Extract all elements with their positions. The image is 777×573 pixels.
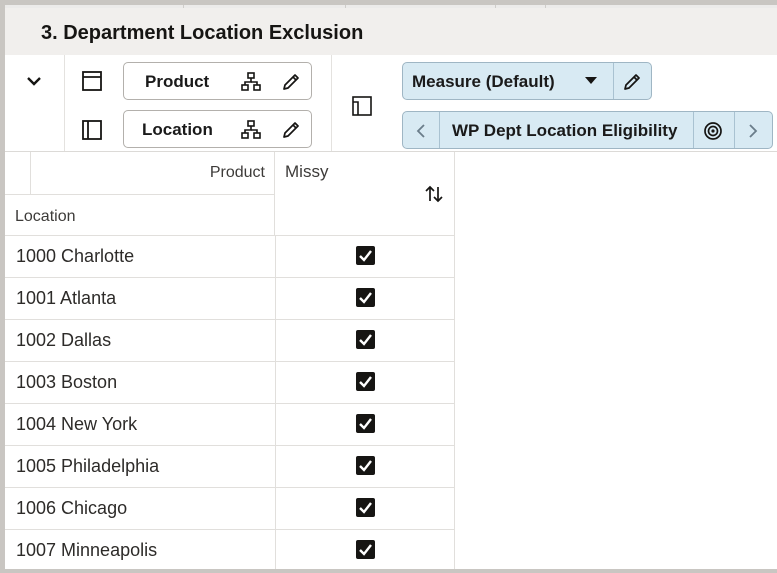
checkbox-checked-icon[interactable] <box>356 330 375 349</box>
chevron-right-icon[interactable] <box>748 123 758 139</box>
target-icon[interactable] <box>703 121 723 141</box>
layout-rows-icon[interactable] <box>82 71 102 91</box>
location-label: Location <box>142 120 213 139</box>
missy-cell <box>275 278 455 319</box>
missy-cell <box>275 404 455 445</box>
toolbar: Product Location Measure (Default) WP De… <box>5 55 777 152</box>
checkbox-checked-icon[interactable] <box>356 456 375 475</box>
location-name: 1007 Minneapolis <box>16 540 158 560</box>
pivot-icon[interactable] <box>352 96 372 116</box>
product-dimension-pill[interactable]: Product <box>123 62 312 100</box>
table-row: 1003 Boston <box>5 362 455 404</box>
pencil-icon[interactable] <box>281 72 301 92</box>
page-title: 3. Department Location Exclusion <box>41 22 364 44</box>
data-grid: Product Location Missy 1000 Charlotte 100… <box>5 152 777 569</box>
missy-cell <box>275 362 455 403</box>
checkbox-checked-icon[interactable] <box>356 540 375 559</box>
caret-down-icon[interactable] <box>585 77 597 85</box>
table-row: 1006 Chicago <box>5 488 455 530</box>
missy-cell <box>275 446 455 487</box>
missy-cell <box>275 488 455 529</box>
product-label: Product <box>145 72 210 91</box>
hierarchy-icon[interactable] <box>241 72 261 92</box>
location-name: 1001 Atlanta <box>16 288 117 308</box>
table-row: 1005 Philadelphia <box>5 446 455 488</box>
checkbox-checked-icon[interactable] <box>356 414 375 433</box>
table-row: 1002 Dallas <box>5 320 455 362</box>
row-header-location: Location <box>15 208 76 225</box>
pencil-icon[interactable] <box>281 120 301 140</box>
title-bar: 3. Department Location Exclusion <box>5 8 777 55</box>
checkbox-checked-icon[interactable] <box>356 498 375 517</box>
location-name: 1002 Dallas <box>16 330 112 350</box>
table-row: 1007 Minneapolis <box>5 530 455 569</box>
table-row: 1000 Charlotte <box>5 236 455 278</box>
measure-selector[interactable]: Measure (Default) <box>402 62 652 100</box>
location-name: 1004 New York <box>16 414 138 434</box>
hierarchy-icon[interactable] <box>241 120 261 140</box>
checkbox-checked-icon[interactable] <box>356 246 375 265</box>
location-dimension-pill[interactable]: Location <box>123 110 312 148</box>
missy-cell <box>275 320 455 361</box>
checkbox-checked-icon[interactable] <box>356 288 375 307</box>
row-header-product: Product <box>209 164 265 181</box>
measure-label: Measure (Default) <box>412 72 555 91</box>
table-row: 1001 Atlanta <box>5 278 455 320</box>
checkbox-checked-icon[interactable] <box>356 372 375 391</box>
missy-cell <box>275 530 455 569</box>
location-name: 1003 Boston <box>16 372 118 392</box>
table-row: 1004 New York <box>5 404 455 446</box>
view-navigator: WP Dept Location Eligibility <box>402 111 773 149</box>
location-name: 1006 Chicago <box>16 498 128 518</box>
chevron-left-icon[interactable] <box>416 123 426 139</box>
column-header-missy: Missy <box>285 162 329 181</box>
row-header-panel: Product Location <box>5 152 275 236</box>
chevron-down-icon[interactable] <box>26 75 42 87</box>
column-header[interactable]: Missy <box>275 152 455 236</box>
window-frame: 3. Department Location Exclusion Product <box>5 5 777 569</box>
pencil-icon[interactable] <box>622 72 642 92</box>
location-name: 1005 Philadelphia <box>16 456 160 476</box>
view-title[interactable]: WP Dept Location Eligibility <box>452 121 677 141</box>
sort-icon[interactable] <box>425 185 443 203</box>
layout-columns-icon[interactable] <box>82 120 102 140</box>
location-name: 1000 Charlotte <box>16 246 135 266</box>
missy-cell <box>275 236 455 277</box>
